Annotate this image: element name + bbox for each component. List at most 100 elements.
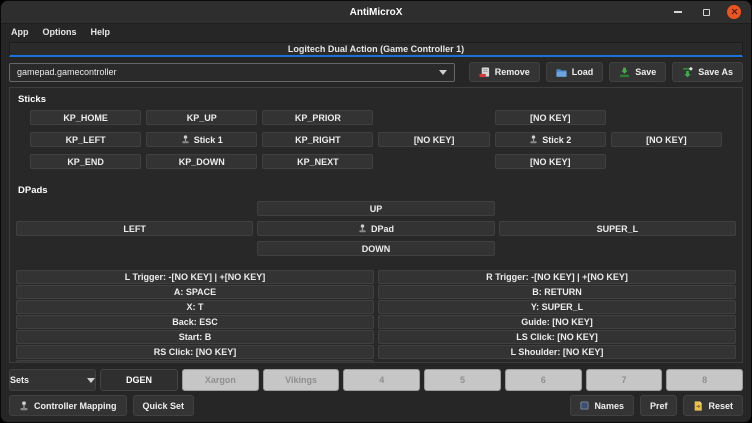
r-shoulder-button[interactable]: R Shoulder: SPACE — [16, 360, 374, 363]
y-button[interactable]: Y: SUPER_L — [378, 300, 736, 314]
names-button[interactable]: Names — [570, 395, 634, 416]
save-button[interactable]: Save — [609, 62, 666, 82]
maximize-icon — [703, 9, 710, 16]
menu-app[interactable]: App — [4, 27, 36, 37]
joystick-icon — [358, 224, 367, 233]
maximize-button[interactable] — [698, 4, 714, 20]
stick1-down-left-button[interactable]: KP_END — [30, 154, 141, 169]
dpad-up-button[interactable]: UP — [257, 201, 494, 216]
quick-set-label: Quick Set — [143, 401, 185, 411]
dpad-row-bottom: DOWN — [16, 241, 736, 256]
menu-options[interactable]: Options — [36, 27, 84, 37]
stick1-up-button[interactable]: KP_UP — [146, 110, 257, 125]
set-tab-5[interactable]: 5 — [424, 369, 501, 391]
joystick-icon — [181, 135, 190, 144]
save-as-button-label: Save As — [698, 67, 733, 77]
dpad-row-middle: LEFT DPad SUPER_L — [16, 221, 736, 236]
pref-button[interactable]: Pref — [640, 395, 678, 416]
stick1-up-right-button[interactable]: KP_PRIOR — [262, 110, 373, 125]
quick-set-button[interactable]: Quick Set — [133, 395, 195, 416]
stick1-right-button[interactable]: KP_RIGHT — [262, 132, 373, 147]
remove-button-label: Remove — [495, 67, 530, 77]
sticks-section-label: Sticks — [18, 94, 737, 105]
titlebar: AntiMicroX — [1, 1, 751, 24]
l-trigger-button[interactable]: L Trigger: -[NO KEY] | +[NO KEY] — [16, 270, 374, 284]
reset-document-icon — [693, 401, 703, 411]
joystick-icon — [529, 135, 538, 144]
controller-tab-bar: Logitech Dual Action (Game Controller 1) — [1, 39, 751, 57]
set-tab-6[interactable]: 6 — [505, 369, 582, 391]
stick2-right-button[interactable]: [NO KEY] — [611, 132, 722, 147]
stick2-down-button[interactable]: [NO KEY] — [495, 154, 606, 169]
folder-open-icon — [556, 67, 567, 78]
b-button[interactable]: B: RETURN — [378, 285, 736, 299]
dpad-row-top: UP — [16, 201, 736, 216]
pref-label: Pref — [650, 401, 668, 411]
dpad-left-button[interactable]: LEFT — [16, 221, 253, 236]
chevron-down-icon — [87, 378, 95, 383]
chevron-down-icon — [439, 70, 447, 75]
antimicrox-window: AntiMicroX App Options Help Logitech Dua… — [0, 0, 752, 423]
stick1-down-right-button[interactable]: KP_NEXT — [262, 154, 373, 169]
controller-mapping-button[interactable]: Controller Mapping — [9, 395, 127, 416]
a-button[interactable]: A: SPACE — [16, 285, 374, 299]
save-as-button[interactable]: Save As — [672, 62, 743, 82]
ls-click-button[interactable]: LS Click: [NO KEY] — [378, 330, 736, 344]
dpad-down-button[interactable]: DOWN — [257, 241, 494, 256]
dpad-button-label: DPad — [371, 224, 394, 234]
menu-help[interactable]: Help — [84, 27, 118, 37]
stick2-up-button[interactable]: [NO KEY] — [495, 110, 606, 125]
stick1-button[interactable]: Stick 1 — [146, 132, 257, 147]
window-controls — [670, 4, 751, 20]
stick-row-bottom: KP_END KP_DOWN KP_NEXT [NO KEY] — [30, 154, 722, 169]
dpads-section-label: DPads — [18, 185, 737, 196]
set-tab-7[interactable]: 7 — [586, 369, 663, 391]
start-button[interactable]: Start: B — [16, 330, 374, 344]
toggle-box-icon — [580, 401, 589, 410]
window-title: AntiMicroX — [1, 7, 751, 18]
guide-button[interactable]: Guide: [NO KEY] — [378, 315, 736, 329]
footer-bar: Controller Mapping Quick Set Names Pref … — [9, 395, 743, 416]
reset-label: Reset — [708, 401, 733, 411]
minimize-icon — [674, 11, 682, 13]
back-button[interactable]: Back: ESC — [16, 315, 374, 329]
names-label: Names — [594, 401, 624, 411]
stick1-button-label: Stick 1 — [194, 135, 223, 145]
set-tab-dgen[interactable]: DGEN — [100, 369, 178, 391]
close-button[interactable] — [726, 4, 742, 20]
sets-bar: Sets DGEN Xargon Vikings 4 5 6 7 8 — [9, 369, 743, 391]
reset-button[interactable]: Reset — [683, 395, 743, 416]
save-as-icon — [682, 67, 693, 78]
profile-combobox-value: gamepad.gamecontroller — [17, 67, 117, 77]
stick1-up-left-button[interactable]: KP_HOME — [30, 110, 141, 125]
rs-click-button[interactable]: RS Click: [NO KEY] — [16, 345, 374, 359]
set-tab-vikings[interactable]: Vikings — [263, 369, 340, 391]
close-icon — [727, 5, 741, 19]
controller-mapping-label: Controller Mapping — [34, 401, 117, 411]
stick2-button[interactable]: Stick 2 — [495, 132, 606, 147]
dpad-right-button[interactable]: SUPER_L — [499, 221, 736, 236]
sets-dropdown[interactable]: Sets — [9, 369, 96, 391]
save-download-icon — [619, 67, 630, 78]
stick2-left-button[interactable]: [NO KEY] — [378, 132, 489, 147]
stick1-down-button[interactable]: KP_DOWN — [146, 154, 257, 169]
document-remove-icon — [479, 67, 490, 78]
x-button[interactable]: X: T — [16, 300, 374, 314]
minimize-button[interactable] — [670, 4, 686, 20]
stick1-left-button[interactable]: KP_LEFT — [30, 132, 141, 147]
save-button-label: Save — [635, 67, 656, 77]
load-button[interactable]: Load — [546, 62, 604, 82]
stick-row-middle: KP_LEFT Stick 1 KP_RIGHT [NO KEY] Stick … — [30, 132, 722, 147]
profile-combobox[interactable]: gamepad.gamecontroller — [9, 63, 455, 82]
dpad-button[interactable]: DPad — [257, 221, 494, 236]
set-tab-4[interactable]: 4 — [343, 369, 420, 391]
r-trigger-button[interactable]: R Trigger: -[NO KEY] | +[NO KEY] — [378, 270, 736, 284]
stick2-button-label: Stick 2 — [542, 135, 571, 145]
controller-tab[interactable]: Logitech Dual Action (Game Controller 1) — [9, 42, 743, 57]
controller-buttons-grid: L Trigger: -[NO KEY] | +[NO KEY] R Trigg… — [15, 270, 737, 363]
l-shoulder-button[interactable]: L Shoulder: [NO KEY] — [378, 345, 736, 359]
mapping-panel: Sticks KP_HOME KP_UP KP_PRIOR [NO KEY] K… — [9, 87, 743, 363]
set-tab-xargon[interactable]: Xargon — [182, 369, 259, 391]
remove-button[interactable]: Remove — [469, 62, 540, 82]
set-tab-8[interactable]: 8 — [666, 369, 743, 391]
